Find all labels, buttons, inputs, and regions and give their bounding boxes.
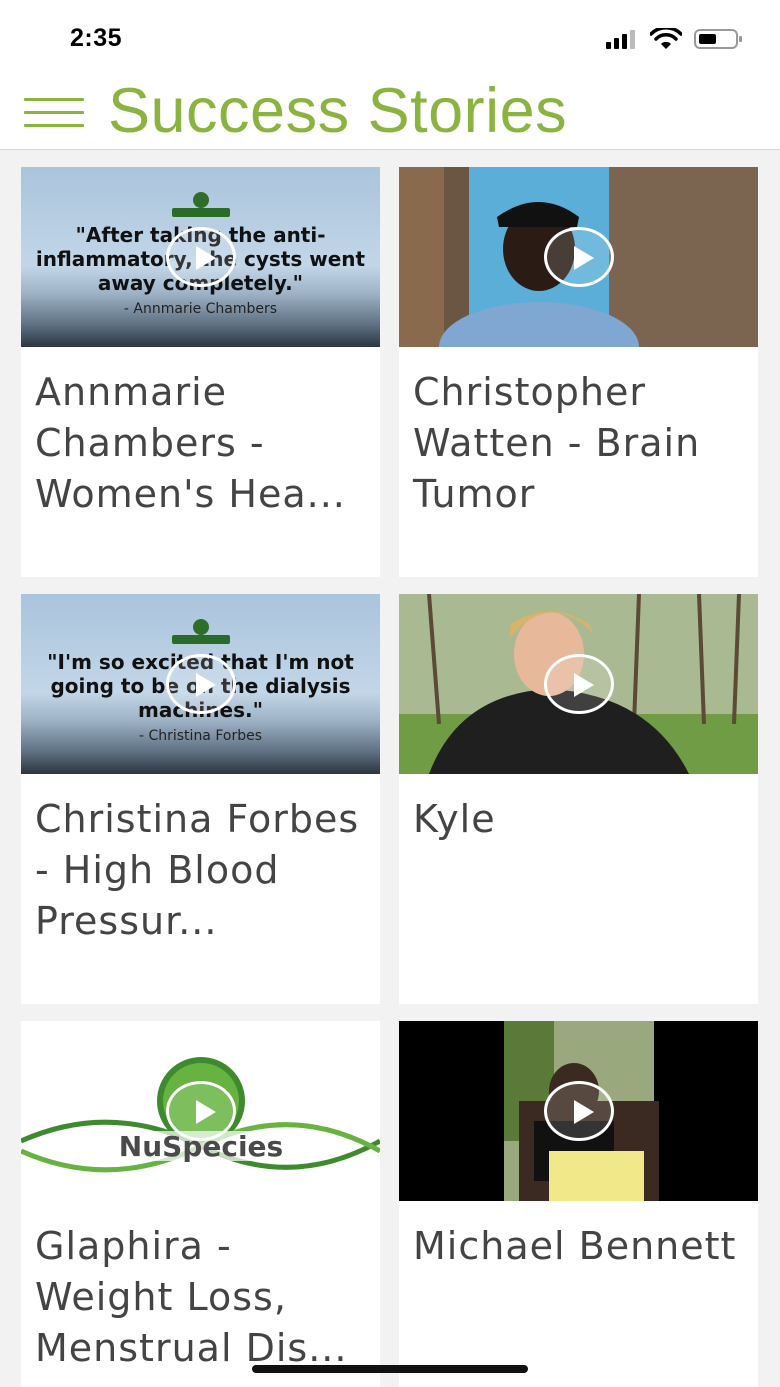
video-thumbnail[interactable] <box>399 1021 758 1201</box>
play-icon[interactable] <box>544 227 614 287</box>
story-card[interactable]: "After taking the anti-inflammatory, the… <box>21 167 380 577</box>
home-indicator[interactable] <box>252 1365 528 1373</box>
story-card[interactable]: Michael Bennett <box>399 1021 758 1387</box>
story-title: Michael Bennett <box>413 1224 737 1268</box>
status-icons <box>606 28 744 50</box>
status-bar: 2:35 <box>0 0 780 78</box>
story-title: Kyle <box>413 797 496 841</box>
story-title: Annmarie Chambers - Women's Hea... <box>35 370 346 516</box>
stories-grid: "After taking the anti-inflammatory, the… <box>0 150 780 1387</box>
nuspecies-logo-icon <box>172 619 230 644</box>
menu-icon[interactable] <box>24 98 84 130</box>
video-thumbnail[interactable]: NuSpecies <box>21 1021 380 1201</box>
story-title: Christopher Watten - Brain Tumor <box>413 370 701 516</box>
quote-author: - Christina Forbes <box>138 728 263 744</box>
video-thumbnail[interactable] <box>399 594 758 774</box>
story-card[interactable]: Christopher Watten - Brain Tumor <box>399 167 758 577</box>
video-thumbnail[interactable] <box>399 167 758 347</box>
story-card[interactable]: NuSpecies Glaphira - Weight Loss, Menstr… <box>21 1021 380 1387</box>
status-time: 2:35 <box>70 24 123 52</box>
video-thumbnail[interactable]: "After taking the anti-inflammatory, the… <box>21 167 380 347</box>
play-icon[interactable] <box>166 1081 236 1141</box>
page-title: Success Stories <box>108 76 568 146</box>
story-card[interactable]: Kyle <box>399 594 758 1004</box>
play-icon[interactable] <box>166 654 236 714</box>
signal-icon <box>606 30 635 49</box>
play-icon[interactable] <box>166 227 236 287</box>
quote-author: - Annmarie Chambers <box>123 301 278 317</box>
app-header: Success Stories <box>0 78 780 150</box>
story-card[interactable]: "I'm so excited that I'm not going to be… <box>21 594 380 1004</box>
battery-icon <box>694 29 742 49</box>
nuspecies-logo-icon <box>172 192 230 217</box>
story-title: Christina Forbes - High Blood Pressur... <box>35 797 360 943</box>
play-icon[interactable] <box>544 654 614 714</box>
wifi-icon <box>650 28 682 49</box>
story-title: Glaphira - Weight Loss, Menstrual Dis... <box>35 1224 348 1370</box>
video-thumbnail[interactable]: "I'm so excited that I'm not going to be… <box>21 594 380 774</box>
play-icon[interactable] <box>544 1081 614 1141</box>
